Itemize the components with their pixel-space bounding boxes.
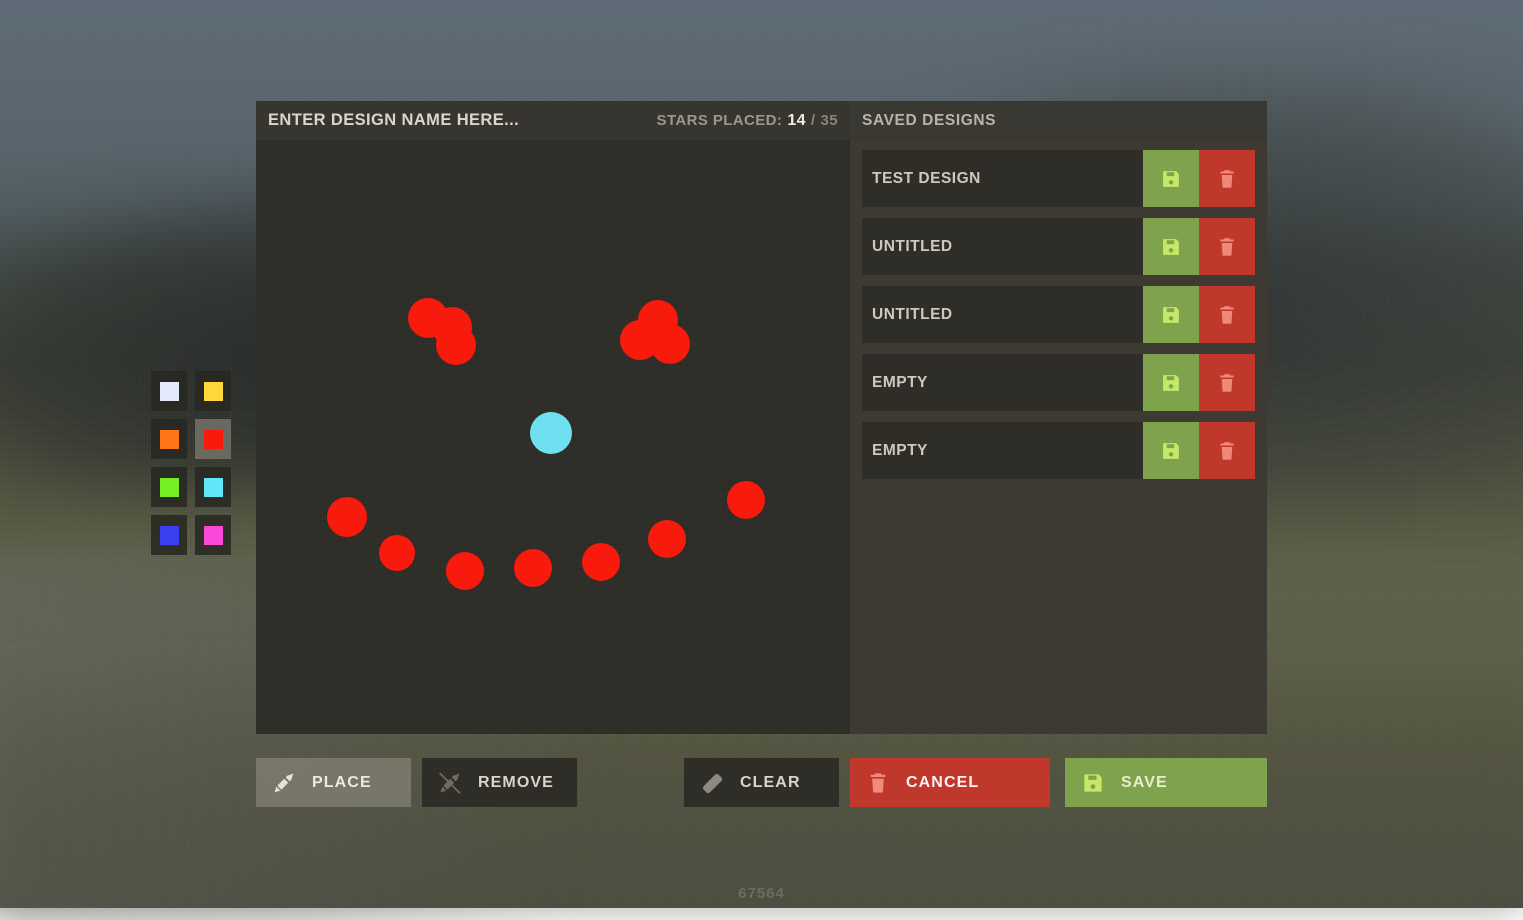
firework-rocket-slash-icon [422, 770, 478, 796]
placed-star[interactable] [327, 497, 367, 537]
palette-swatch-color-cyan [204, 478, 223, 497]
star-design-canvas[interactable] [256, 140, 850, 734]
clear-button[interactable]: CLEAR [684, 758, 839, 807]
palette-swatch-cyan[interactable] [195, 467, 231, 507]
dialog-header-left: ENTER DESIGN NAME HERE... STARS PLACED: … [256, 101, 850, 140]
remove-button-label: REMOVE [478, 774, 554, 792]
palette-swatch-color-yellow [204, 382, 223, 401]
place-button[interactable]: PLACE [256, 758, 411, 807]
dialog-header: ENTER DESIGN NAME HERE... STARS PLACED: … [256, 101, 1267, 140]
stars-separator: / [811, 112, 816, 129]
saved-design-row[interactable]: EMPTY [862, 422, 1255, 479]
palette-swatch-white[interactable] [151, 371, 187, 411]
placed-star[interactable] [727, 481, 765, 519]
trash-icon[interactable] [1199, 286, 1255, 343]
screen-watermark: 67564 [0, 885, 1523, 902]
saved-designs-title: SAVED DESIGNS [862, 112, 996, 130]
placed-star[interactable] [514, 549, 552, 587]
saved-design-name[interactable]: TEST DESIGN [862, 150, 1143, 207]
stars-max-value: 35 [821, 112, 839, 129]
placed-star[interactable] [436, 325, 476, 365]
place-button-label: PLACE [312, 774, 372, 792]
palette-swatch-color-orange [160, 430, 179, 449]
saved-design-name[interactable]: UNTITLED [862, 286, 1143, 343]
color-palette[interactable] [151, 371, 231, 559]
dialog-header-right: SAVED DESIGNS [850, 101, 1267, 140]
saved-design-row[interactable]: TEST DESIGN [862, 150, 1255, 207]
placed-star[interactable] [582, 543, 620, 581]
palette-swatch-color-blue [160, 526, 179, 545]
design-name-input[interactable]: ENTER DESIGN NAME HERE... [268, 111, 519, 130]
saved-design-name[interactable]: EMPTY [862, 354, 1143, 411]
trash-icon[interactable] [1199, 422, 1255, 479]
trash-icon[interactable] [1199, 218, 1255, 275]
cancel-button[interactable]: CANCEL [850, 758, 1050, 807]
placed-star[interactable] [650, 324, 690, 364]
save-button[interactable]: SAVE [1065, 758, 1267, 807]
trash-icon[interactable] [1199, 354, 1255, 411]
placed-star[interactable] [446, 552, 484, 590]
floppy-disk-icon [1065, 771, 1121, 795]
stars-placed-label: STARS PLACED: [657, 112, 783, 129]
placed-star[interactable] [648, 520, 686, 558]
save-button-label: SAVE [1121, 774, 1168, 792]
stars-placed-counter: STARS PLACED: 14 / 35 [657, 112, 838, 130]
floppy-disk-icon[interactable] [1143, 286, 1199, 343]
floppy-disk-icon[interactable] [1143, 422, 1199, 479]
palette-swatch-color-green [160, 478, 179, 497]
placed-star[interactable] [379, 535, 415, 571]
palette-swatch-red[interactable] [195, 419, 231, 459]
designer-toolbar: PLACE REMOVE CLEAR CANCEL [256, 758, 1267, 807]
cancel-button-label: CANCEL [906, 774, 979, 792]
saved-design-row[interactable]: UNTITLED [862, 286, 1255, 343]
trash-icon[interactable] [1199, 150, 1255, 207]
palette-swatch-color-magenta [204, 526, 223, 545]
palette-swatch-blue[interactable] [151, 515, 187, 555]
floppy-disk-icon[interactable] [1143, 218, 1199, 275]
saved-design-name[interactable]: EMPTY [862, 422, 1143, 479]
palette-swatch-orange[interactable] [151, 419, 187, 459]
firework-designer-dialog: ENTER DESIGN NAME HERE... STARS PLACED: … [256, 101, 1267, 734]
palette-swatch-color-red [204, 430, 223, 449]
firework-rocket-icon [256, 770, 312, 796]
saved-design-name[interactable]: UNTITLED [862, 218, 1143, 275]
palette-swatch-color-white [160, 382, 179, 401]
saved-design-row[interactable]: EMPTY [862, 354, 1255, 411]
saved-design-row[interactable]: UNTITLED [862, 218, 1255, 275]
remove-button[interactable]: REMOVE [422, 758, 577, 807]
floppy-disk-icon[interactable] [1143, 150, 1199, 207]
stars-placed-value: 14 [787, 112, 806, 130]
trash-icon [850, 771, 906, 795]
clear-button-label: CLEAR [740, 774, 801, 792]
floppy-disk-icon[interactable] [1143, 354, 1199, 411]
placed-star[interactable] [530, 412, 572, 454]
palette-swatch-magenta[interactable] [195, 515, 231, 555]
dialog-body: TEST DESIGN UNTITLED UNTITLED EMPTY EMPTY [256, 140, 1267, 734]
eraser-icon [684, 770, 740, 796]
palette-swatch-green[interactable] [151, 467, 187, 507]
palette-swatch-yellow[interactable] [195, 371, 231, 411]
saved-designs-panel: TEST DESIGN UNTITLED UNTITLED EMPTY EMPTY [850, 140, 1267, 734]
